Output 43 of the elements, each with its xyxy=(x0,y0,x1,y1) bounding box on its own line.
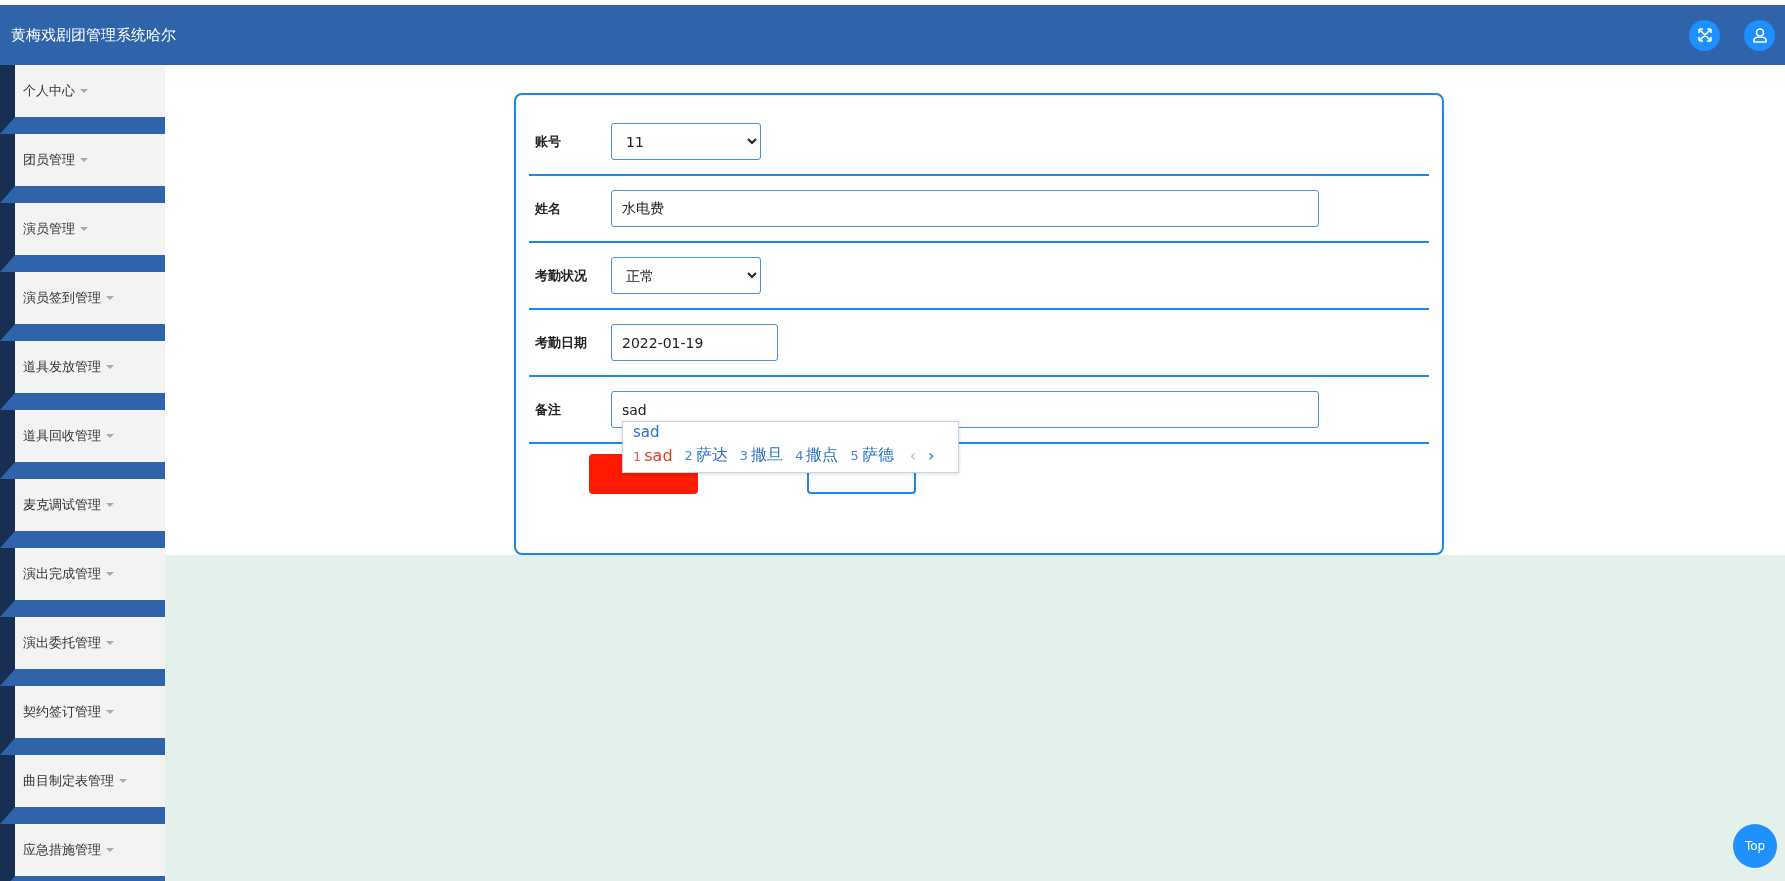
sidebar-item[interactable]: 麦克调试管理 xyxy=(15,479,165,531)
select-field[interactable]: 正常 xyxy=(611,257,761,294)
caret-icon xyxy=(106,296,114,300)
sidebar-item[interactable]: 契约签订管理 xyxy=(15,686,165,738)
sidebar-item[interactable]: 团员管理 xyxy=(15,134,165,186)
sidebar-item[interactable]: 道具回收管理 xyxy=(15,410,165,462)
caret-icon xyxy=(119,779,127,783)
ime-candidate[interactable]: 3 撒旦 xyxy=(739,445,784,466)
ime-candidate[interactable]: 1 sad xyxy=(633,446,673,465)
caret-icon xyxy=(106,848,114,852)
caret-icon xyxy=(106,434,114,438)
field-label: 账号 xyxy=(535,132,562,151)
field-label: 备注 xyxy=(535,400,562,419)
sidebar-item[interactable]: 道具发放管理 xyxy=(15,341,165,393)
field-label: 姓名 xyxy=(535,199,562,218)
app-title: 黄梅戏剧团管理系统哈尔 xyxy=(11,25,176,45)
input-field[interactable]: 水电费 xyxy=(611,190,1319,227)
sidebar-item[interactable]: 演出委托管理 xyxy=(15,617,165,669)
user-icon[interactable] xyxy=(1744,19,1775,51)
ime-candidate[interactable]: 5 萨德 xyxy=(850,445,894,466)
date-field[interactable]: 2022-01-19 xyxy=(611,324,778,361)
ime-candidate[interactable]: 4 撒点 xyxy=(795,445,839,466)
sidebar-item[interactable]: 演员管理 xyxy=(15,203,165,255)
sidebar-item[interactable]: 演员签到管理 xyxy=(15,272,165,324)
sidebar-item[interactable]: 曲目制定表管理 xyxy=(15,755,165,807)
field-label: 考勤日期 xyxy=(535,333,588,352)
caret-icon xyxy=(106,710,114,714)
caret-icon xyxy=(106,365,114,369)
sidebar-item[interactable]: 应急措施管理 xyxy=(15,824,165,876)
field-label: 考勤状况 xyxy=(535,266,588,285)
next-page-arrow[interactable]: › xyxy=(928,446,935,465)
ime-candidate[interactable]: 2 萨达 xyxy=(684,445,728,466)
caret-icon xyxy=(106,641,114,645)
select-field[interactable]: 11 xyxy=(611,123,761,160)
caret-icon xyxy=(80,227,88,231)
caret-icon xyxy=(106,572,114,576)
caret-icon xyxy=(80,89,88,93)
fullscreen-icon[interactable] xyxy=(1689,19,1720,51)
input-field[interactable]: sad xyxy=(611,391,1319,428)
caret-icon xyxy=(106,503,114,507)
sidebar-item[interactable]: 个人中心 xyxy=(15,65,165,117)
caret-icon xyxy=(80,158,88,162)
sidebar-item[interactable]: 演出完成管理 xyxy=(15,548,165,600)
